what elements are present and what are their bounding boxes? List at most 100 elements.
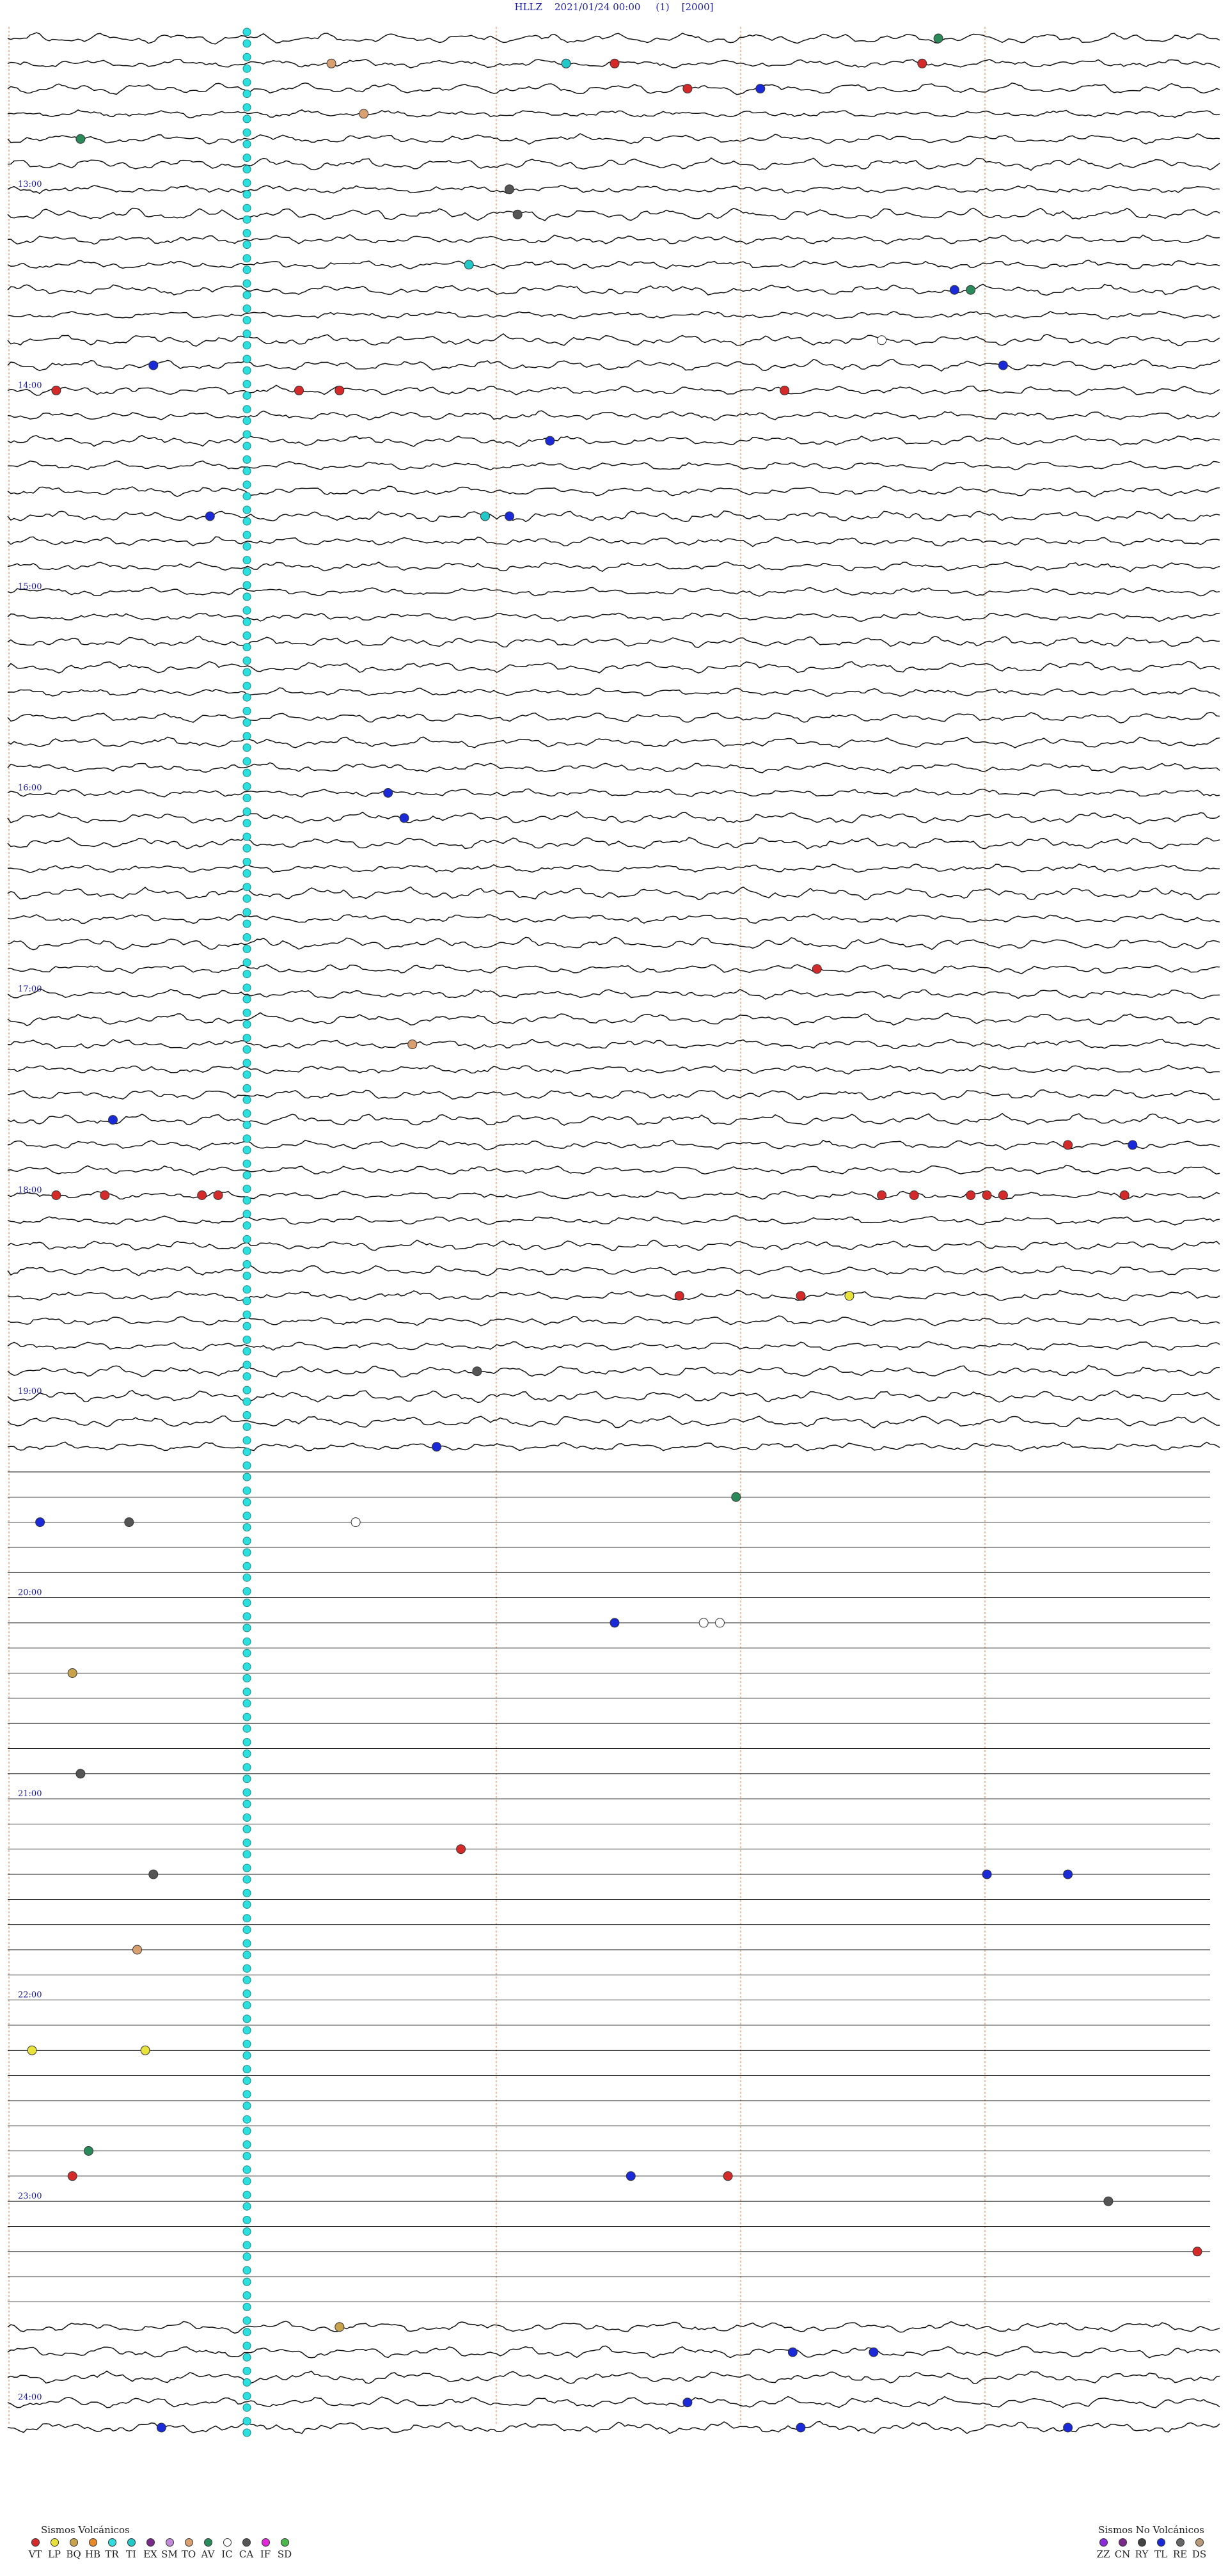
tremor-marker	[242, 1059, 251, 1068]
tremor-marker	[242, 2302, 251, 2311]
tremor-marker	[242, 505, 251, 514]
legend-item: RY	[1132, 2538, 1151, 2560]
trace-line	[7, 711, 1220, 723]
tremor-marker	[242, 757, 251, 766]
tremor-marker	[242, 1663, 251, 1671]
tremor-marker	[242, 2291, 251, 2300]
event-marker-vt	[982, 1190, 992, 1200]
tremor-marker	[242, 379, 251, 388]
legend-swatch	[1137, 2538, 1146, 2547]
tremor-marker	[242, 1297, 251, 1306]
tremor-marker	[242, 1410, 251, 1419]
tremor-marker	[242, 1322, 251, 1331]
legend-swatch	[1176, 2538, 1185, 2547]
legend-label: TR	[105, 2548, 119, 2560]
tremor-marker	[242, 768, 251, 777]
legend-swatch	[184, 2538, 193, 2547]
tremor-marker	[242, 2065, 251, 2074]
event-marker-av	[933, 33, 943, 43]
legend-item: IF	[256, 2538, 275, 2560]
event-marker-vt	[998, 1190, 1008, 1200]
event-marker-vt	[780, 385, 790, 395]
time-label: 13:00	[18, 180, 42, 189]
event-marker-tl	[610, 1618, 620, 1628]
event-marker-tl	[108, 1115, 118, 1125]
legend-item: CA	[237, 2538, 256, 2560]
tremor-marker	[242, 1486, 251, 1495]
tremor-marker	[242, 794, 251, 802]
trace-line	[7, 410, 1220, 421]
trace-line	[7, 434, 1220, 447]
time-label: 22:00	[18, 1991, 42, 2000]
legend-volcanic-title: Sismos Volcánicos	[41, 2524, 130, 2536]
legend-label: CN	[1114, 2548, 1131, 2560]
tremor-marker	[242, 1687, 251, 1696]
time-label: 14:00	[18, 381, 42, 390]
legend-label: SD	[277, 2548, 292, 2560]
trace-line	[7, 1038, 1220, 1050]
time-label: 23:00	[18, 2192, 42, 2201]
event-marker-vt	[674, 1291, 684, 1301]
tremor-marker	[242, 1738, 251, 1746]
trace-line	[7, 1215, 1220, 1226]
trace-line	[7, 863, 1220, 874]
legend-label: HB	[84, 2548, 101, 2560]
tremor-marker	[242, 265, 251, 274]
tremor-marker	[242, 1235, 251, 1244]
tremor-marker	[242, 1159, 251, 1168]
legend-item: IC	[217, 2538, 237, 2560]
legend-label: RY	[1135, 2548, 1149, 2560]
tremor-marker	[242, 2227, 251, 2236]
event-marker-ic	[877, 335, 887, 345]
tremor-marker	[242, 1573, 251, 1582]
time-label: 21:00	[18, 1789, 42, 1799]
legend-label: TO	[181, 2548, 196, 2560]
tremor-marker	[242, 1196, 251, 1205]
tremor-marker	[242, 1624, 251, 1632]
tremor-marker	[242, 656, 251, 665]
legend-item: BQ	[64, 2538, 83, 2560]
trace-line	[7, 1441, 1220, 1452]
legend-item: RE	[1170, 2538, 1190, 2560]
tremor-marker	[242, 1824, 251, 1833]
event-marker-bq	[335, 2322, 345, 2332]
time-label: 18:00	[18, 1186, 42, 1196]
tremor-marker	[242, 279, 251, 288]
tremor-marker	[242, 919, 251, 928]
tremor-marker	[242, 1260, 251, 1268]
tremor-marker	[242, 405, 251, 414]
tremor-marker	[242, 643, 251, 652]
legend-item: EX	[141, 2538, 160, 2560]
tremor-marker	[242, 1875, 251, 1884]
tremor-marker	[242, 1561, 251, 1570]
tremor-marker	[242, 1648, 251, 1657]
time-label: 15:00	[18, 582, 42, 592]
tremor-marker	[242, 1813, 251, 1822]
legend-item: ZZ	[1094, 2538, 1113, 2560]
legend-swatch	[50, 2538, 59, 2547]
trace-line	[7, 661, 1220, 674]
time-label: 19:00	[18, 1387, 42, 1396]
event-marker-tl	[998, 360, 1008, 370]
tremor-marker	[242, 857, 251, 866]
tremor-marker	[242, 1121, 251, 1130]
legend-label: SM	[161, 2548, 178, 2560]
legend-label: DS	[1192, 2548, 1207, 2560]
event-marker-vt	[796, 1291, 806, 1301]
tremor-marker	[242, 2051, 251, 2060]
trace-line	[7, 310, 1220, 320]
trace-line	[7, 184, 1220, 194]
legend-non-volcanic: Sismos No Volcánicos ZZ CN RY TL RE DS	[1094, 2524, 1209, 2560]
tremor-marker	[242, 2266, 251, 2275]
tremor-marker	[242, 681, 251, 690]
tremor-marker	[242, 743, 251, 752]
legend-swatch	[165, 2538, 174, 2547]
event-marker-vt	[1063, 1140, 1073, 1150]
tremor-marker	[242, 1386, 251, 1395]
trace-line	[7, 157, 1220, 171]
trace-line	[7, 1112, 1220, 1126]
event-marker-ti	[561, 58, 571, 68]
tremor-marker	[242, 64, 251, 73]
trace-line	[7, 1190, 1220, 1201]
tremor-marker	[242, 807, 251, 816]
